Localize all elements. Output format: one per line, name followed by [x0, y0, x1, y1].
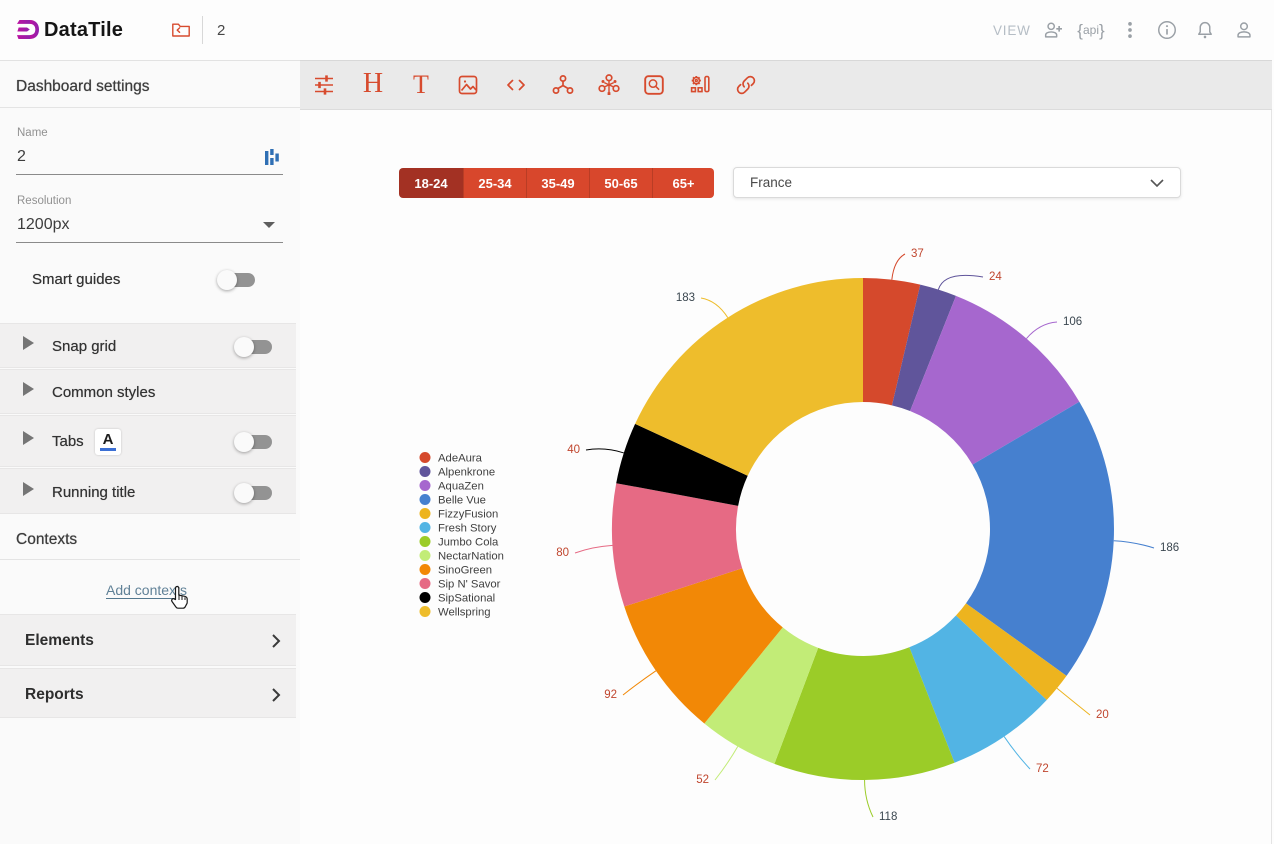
svg-text:20: 20 [1096, 709, 1109, 721]
svg-text:Belle Vue: Belle Vue [438, 494, 486, 506]
svg-text:Jumbo Cola: Jumbo Cola [438, 536, 499, 548]
svg-text:AquaZen: AquaZen [438, 480, 484, 492]
svg-text:NectarNation: NectarNation [438, 550, 504, 562]
svg-text:186: 186 [1160, 542, 1179, 554]
svg-text:SinoGreen: SinoGreen [438, 564, 492, 576]
svg-text:52: 52 [696, 774, 709, 786]
svg-text:24: 24 [989, 271, 1002, 283]
svg-text:183: 183 [676, 292, 695, 304]
svg-text:Fresh Story: Fresh Story [438, 522, 497, 534]
svg-text:80: 80 [556, 547, 569, 559]
svg-text:FizzyFusion: FizzyFusion [438, 508, 498, 520]
svg-text:SipSational: SipSational [438, 592, 495, 604]
svg-text:92: 92 [604, 689, 617, 701]
svg-text:40: 40 [567, 444, 580, 456]
svg-text:37: 37 [911, 248, 924, 260]
svg-text:106: 106 [1063, 316, 1082, 328]
svg-text:AdeAura: AdeAura [438, 452, 483, 464]
svg-text:Alpenkrone: Alpenkrone [438, 466, 495, 478]
svg-text:Wellspring: Wellspring [438, 606, 491, 618]
svg-text:72: 72 [1036, 763, 1049, 775]
svg-text:118: 118 [879, 811, 897, 823]
svg-text:Sip N' Savor: Sip N' Savor [438, 578, 501, 590]
